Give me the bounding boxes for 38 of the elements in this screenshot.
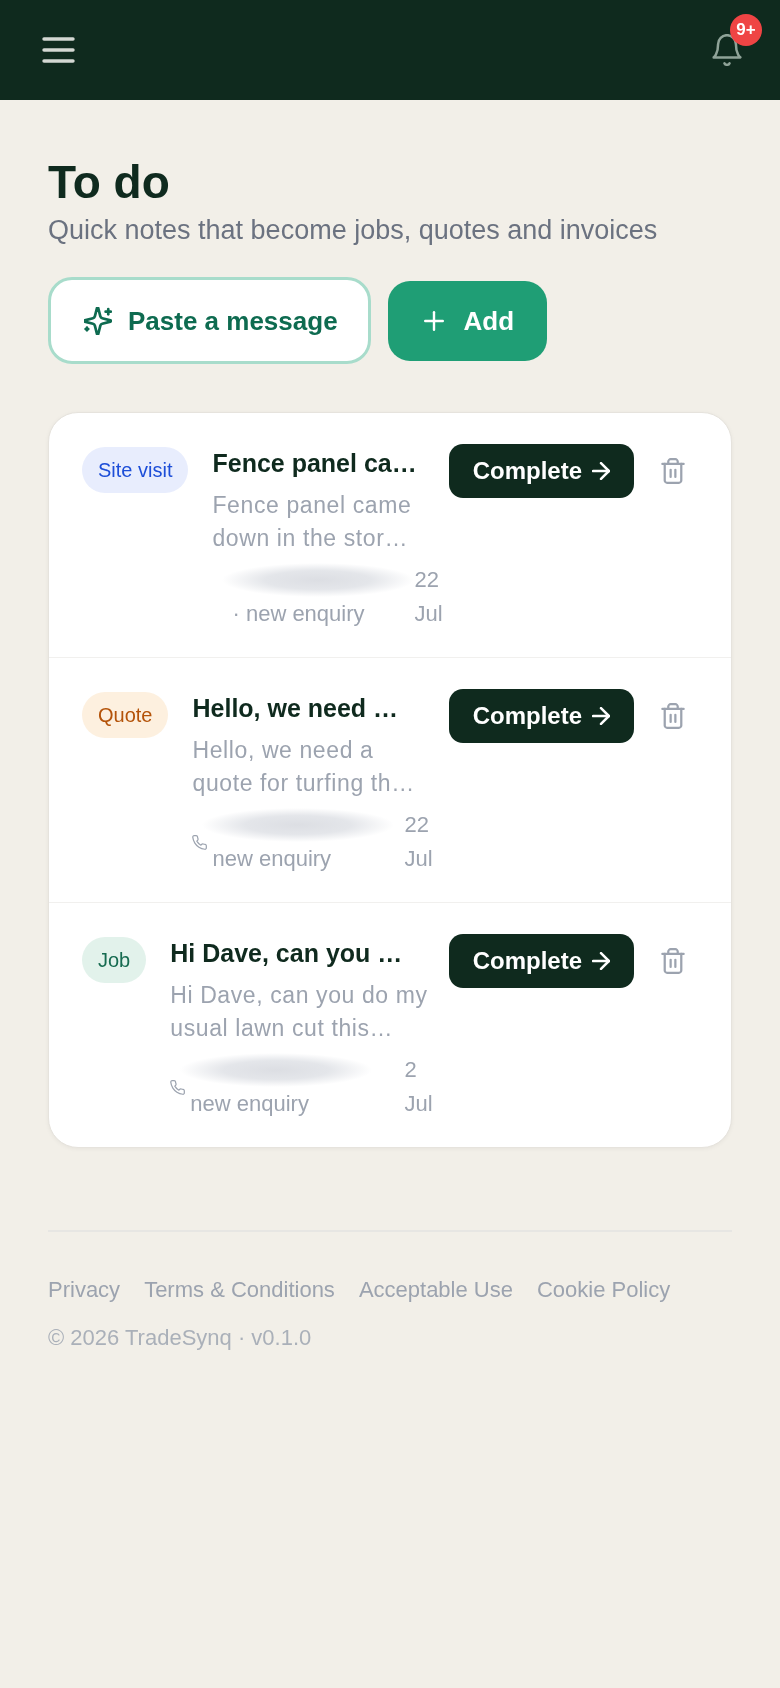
- plus-icon: [423, 310, 444, 331]
- todo-title: Fence panel ca…: [212, 448, 417, 479]
- footer-link[interactable]: Acceptable Use: [358, 1275, 513, 1305]
- bell-icon[interactable]: [712, 34, 742, 66]
- arrow-right-icon: [592, 707, 610, 725]
- enquiry-note: new enquiry: [190, 1090, 309, 1118]
- trash-icon[interactable]: [661, 458, 685, 484]
- notification-badge: 9+: [730, 14, 762, 46]
- message-preview: Hi Dave, can you do my usual lawn cut this…: [170, 981, 429, 1043]
- message-preview: Fence panel came down in the stor…: [212, 491, 413, 553]
- todo-title: Hello, we need …: [192, 693, 399, 724]
- category-tag: Job: [82, 937, 147, 983]
- page-subtitle: Quick notes that become jobs, quotes and invoices: [48, 214, 658, 247]
- arrow-right-icon: [592, 462, 610, 480]
- todo-date: 22 Jul: [414, 566, 444, 628]
- add-button[interactable]: Add: [387, 280, 548, 361]
- menu-icon[interactable]: [42, 37, 75, 63]
- complete-button[interactable]: Complete: [448, 444, 634, 498]
- trash-icon[interactable]: [661, 703, 685, 729]
- enquiry-note: new enquiry: [212, 845, 332, 873]
- page-title: To do: [48, 155, 170, 209]
- footer-link[interactable]: Terms & Conditions: [144, 1275, 335, 1305]
- footer-link[interactable]: Privacy: [48, 1275, 121, 1305]
- copyright-text: © 2026 TradeSynq · v0.1.0: [48, 1324, 312, 1352]
- enquiry-note: · new enquiry: [232, 600, 365, 628]
- complete-button[interactable]: Complete: [448, 934, 634, 988]
- paste-message-button[interactable]: Paste a message: [48, 277, 371, 364]
- todo-date: 2 Jul: [404, 1056, 434, 1118]
- sparkle-icon: [84, 306, 112, 335]
- footer-link[interactable]: Cookie Policy: [536, 1275, 671, 1305]
- arrow-right-icon: [592, 952, 610, 970]
- complete-button[interactable]: Complete: [448, 689, 634, 743]
- todo-date: 22 Jul: [404, 811, 434, 873]
- category-tag: Site visit: [82, 447, 189, 493]
- message-preview: Hello, we need a quote for turfing th…: [192, 736, 416, 798]
- todo-title: Hi Dave, can you …: [170, 938, 403, 969]
- category-tag: Quote: [82, 692, 169, 738]
- trash-icon[interactable]: [661, 948, 685, 974]
